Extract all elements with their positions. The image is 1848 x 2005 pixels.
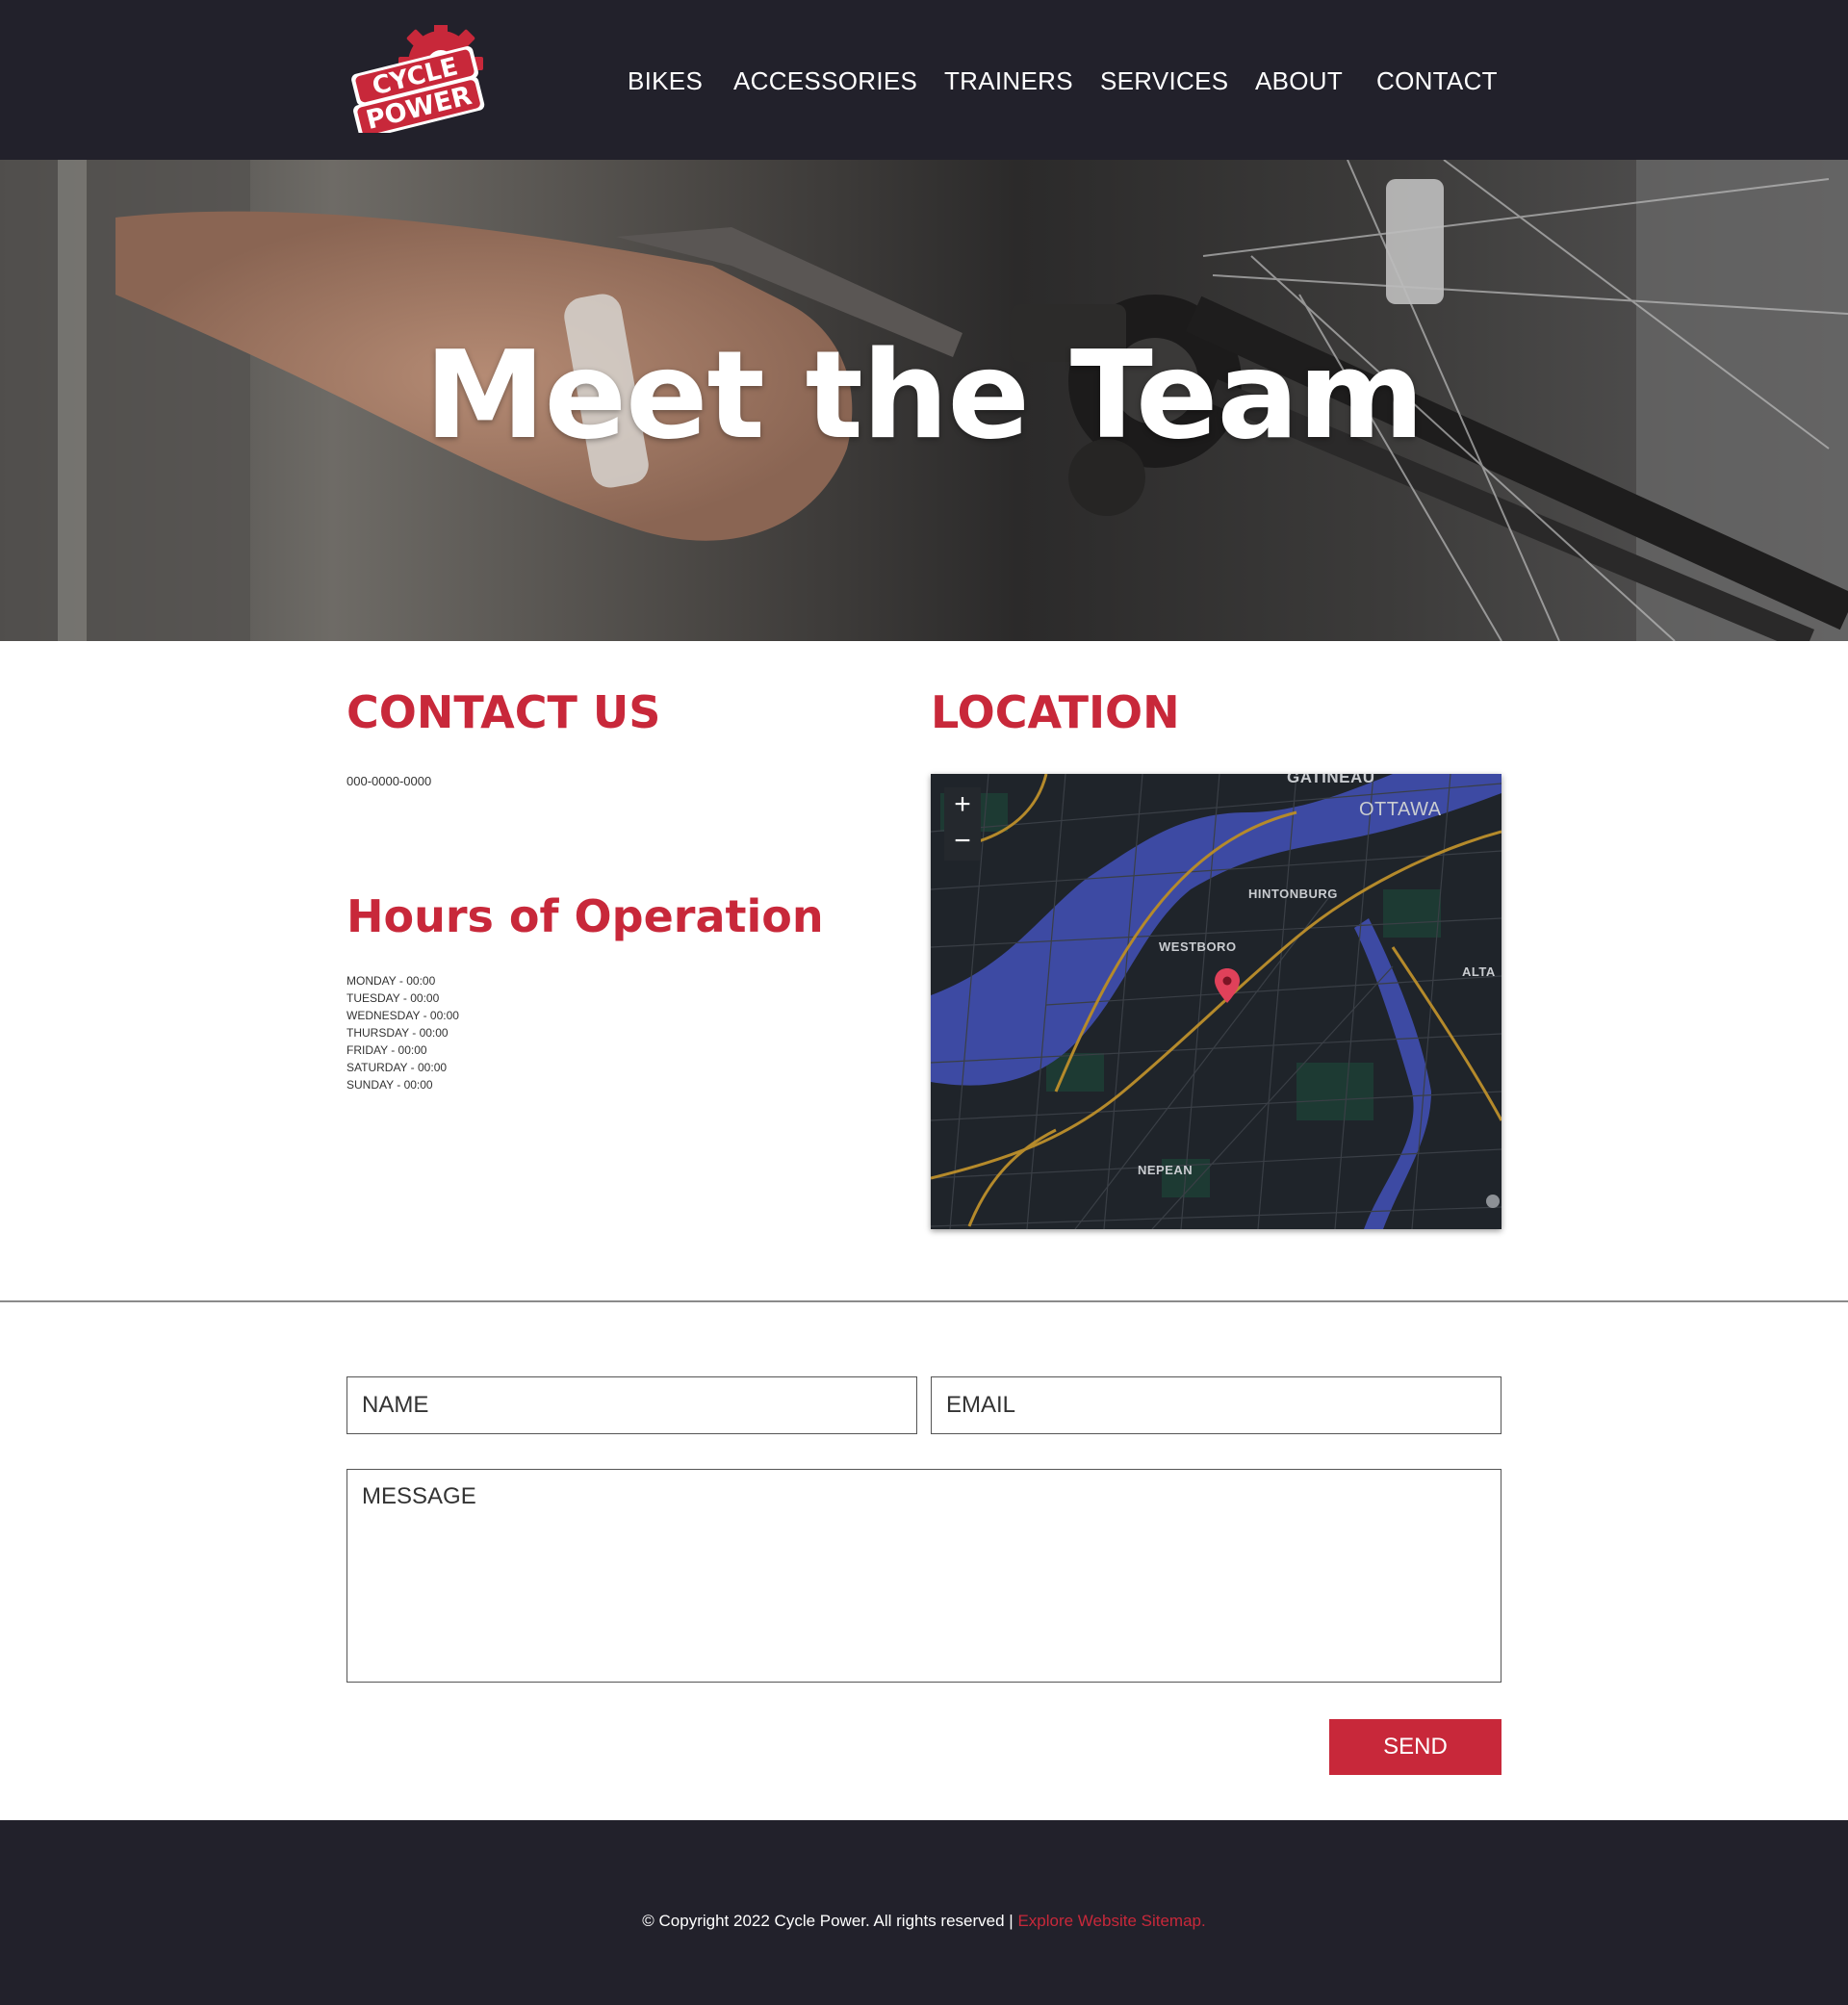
map-label-hintonburg: HINTONBURG (1248, 887, 1338, 901)
hours-tuesday: TUESDAY - 00:00 (346, 991, 440, 1005)
site-header: CYCLE POWER BIKES ACCESSORIES TRAINERS S… (0, 0, 1848, 160)
map-canvas[interactable] (931, 774, 1502, 1229)
section-divider (0, 1300, 1848, 1302)
nav-accessories[interactable]: ACCESSORIES (733, 64, 917, 98)
main-nav: BIKES ACCESSORIES TRAINERS SERVICES ABOU… (0, 64, 1848, 98)
hours-wednesday: WEDNESDAY - 00:00 (346, 1009, 459, 1022)
hours-monday: MONDAY - 00:00 (346, 974, 436, 988)
nav-contact[interactable]: CONTACT (1376, 64, 1498, 98)
hours-list: MONDAY - 00:00 TUESDAY - 00:00 WEDNESDAY… (346, 972, 459, 1093)
map-label-gatineau: GATINEAU (1287, 774, 1375, 786)
copyright-text: © Copyright 2022 Cycle Power. All rights… (0, 1912, 1848, 1931)
email-input[interactable] (931, 1376, 1502, 1434)
hours-heading: Hours of Operation (346, 890, 824, 942)
hours-saturday: SATURDAY - 00:00 (346, 1061, 448, 1074)
nav-bikes[interactable]: BIKES (628, 64, 703, 98)
nav-services[interactable]: SERVICES (1100, 64, 1228, 98)
info-icon (1486, 1195, 1500, 1208)
nav-trainers[interactable]: TRAINERS (944, 64, 1073, 98)
map-label-nepean: NEPEAN (1138, 1163, 1194, 1177)
map-label-westboro: WESTBORO (1159, 939, 1237, 954)
hours-friday: FRIDAY - 00:00 (346, 1043, 427, 1057)
hours-sunday: SUNDAY - 00:00 (346, 1078, 433, 1092)
send-button[interactable]: SEND (1329, 1719, 1502, 1775)
sitemap-link[interactable]: Explore Website Sitemap. (1017, 1912, 1205, 1930)
zoom-out-button[interactable]: − (944, 824, 981, 861)
hero-title: Meet the Team (424, 324, 1424, 466)
copyright-label: © Copyright 2022 Cycle Power. All rights… (642, 1912, 1018, 1930)
map-label-ottawa: OTTAWA (1359, 799, 1442, 820)
hero-banner: Meet the Team (0, 160, 1848, 641)
message-input[interactable] (346, 1469, 1502, 1683)
phone-number: 000-0000-0000 (346, 774, 432, 788)
name-input[interactable] (346, 1376, 917, 1434)
contact-heading: CONTACT US (346, 686, 661, 738)
location-heading: LOCATION (931, 686, 1180, 738)
site-footer: © Copyright 2022 Cycle Power. All rights… (0, 1820, 1848, 2005)
hours-thursday: THURSDAY - 00:00 (346, 1026, 449, 1040)
nav-about[interactable]: ABOUT (1255, 64, 1343, 98)
location-map[interactable]: + − GATINEAU OTTAWA HINTONBURG WESTBORO … (931, 774, 1502, 1229)
zoom-in-button[interactable]: + (944, 787, 981, 824)
map-label-alta: ALTA (1462, 964, 1496, 979)
